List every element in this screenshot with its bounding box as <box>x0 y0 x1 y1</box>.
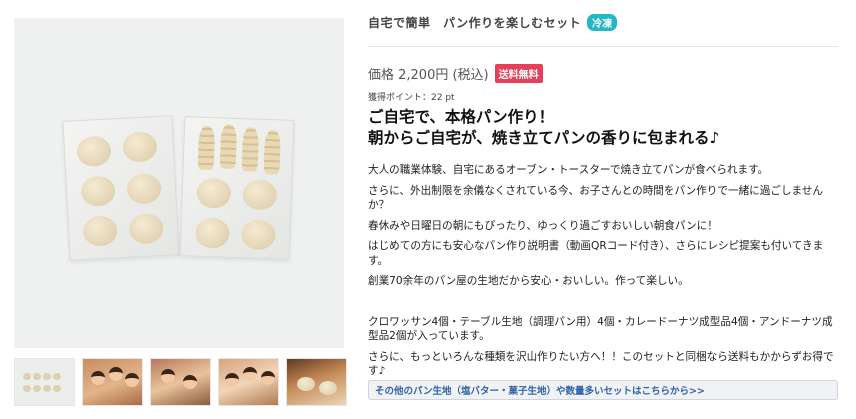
description-paragraph: さらに、もっといろんな種類を沢山作りたい方へ！！このセットと同梱なら送料もかから… <box>368 350 834 378</box>
product-title-row: 自宅で簡単 パン作りを楽しむセット 冷凍 <box>368 14 618 31</box>
croissant-dough <box>263 129 282 175</box>
thumbnail-dough-bags[interactable] <box>14 358 75 406</box>
divider <box>368 46 838 47</box>
description-paragraph: 創業70余年のパン屋の生地だから安心・おいしい。作って楽しい。 <box>368 275 689 287</box>
headline-line-2: 朝からご自宅が、焼き立てパンの香りに包まれる♪ <box>368 129 720 147</box>
product-description: 大人の職業体験、自宅にあるオーブン・トースターで焼き立てパンが食べられます。 さ… <box>368 163 838 385</box>
thumbnail-strip <box>14 358 347 406</box>
thumbnail-baked-bread[interactable] <box>286 358 347 406</box>
dough-bag-right <box>179 116 295 260</box>
thumbnail-kids-baking-3[interactable] <box>218 358 279 406</box>
description-paragraph: はじめての方にも安心なパン作り説明書（動画QRコード付き）、さらにレシピ提案も付… <box>368 240 824 267</box>
dough-bag-left <box>62 115 180 261</box>
dough-ball <box>80 175 116 208</box>
headline-line-1: ご自宅で、本格パン作り！ <box>368 108 555 126</box>
product-title: 自宅で簡単 パン作りを楽しむセット <box>368 16 582 30</box>
dough-ball <box>196 177 232 209</box>
dough-ball <box>126 172 162 205</box>
description-paragraph: クロワッサン4個・テーブル生地（調理パン用）4個・カレードーナツ成型品4個・アン… <box>368 315 833 343</box>
dough-ball <box>194 217 230 249</box>
croissant-dough <box>241 127 260 172</box>
thumbnail-kids-baking-2[interactable] <box>150 358 211 406</box>
price-row: 価格 2,200円 (税込) 送料無料 <box>368 64 543 83</box>
frozen-badge: 冷凍 <box>587 14 618 31</box>
free-shipping-badge: 送料無料 <box>494 64 543 83</box>
more-sets-link-box[interactable]: その他のパン生地（塩バター・菓子生地）や数量多いセットはこちらから>> <box>368 380 838 400</box>
dough-ball <box>122 131 158 163</box>
dough-ball <box>76 135 112 168</box>
dough-ball <box>128 212 164 245</box>
dough-ball <box>240 219 276 251</box>
thumbnail-kids-baking-1[interactable] <box>82 358 143 406</box>
main-product-image <box>14 18 344 348</box>
dough-ball <box>82 215 118 248</box>
description-paragraph: 春休みや日曜日の朝にもぴったり、ゆっくり過ごすおいしい朝食パンに！ <box>368 219 718 232</box>
description-paragraph: さらに、外出制限を余儀なくされている今、お子さんとの時間をパン作りで一緒に過ごし… <box>368 184 823 212</box>
croissant-dough <box>219 124 238 169</box>
croissant-dough <box>197 125 216 171</box>
more-sets-link[interactable]: その他のパン生地（塩バター・菓子生地）や数量多いセットはこちらから>> <box>375 383 705 397</box>
description-paragraph: 大人の職業体験、自宅にあるオーブン・トースターで焼き立てパンが食べられます。 <box>368 164 769 176</box>
headline: ご自宅で、本格パン作り！ 朝からご自宅が、焼き立てパンの香りに包まれる♪ <box>368 107 719 149</box>
points-earned: 獲得ポイント：22 pt <box>368 93 455 103</box>
dough-ball <box>242 179 278 211</box>
price: 価格 2,200円 (税込) <box>368 68 489 83</box>
